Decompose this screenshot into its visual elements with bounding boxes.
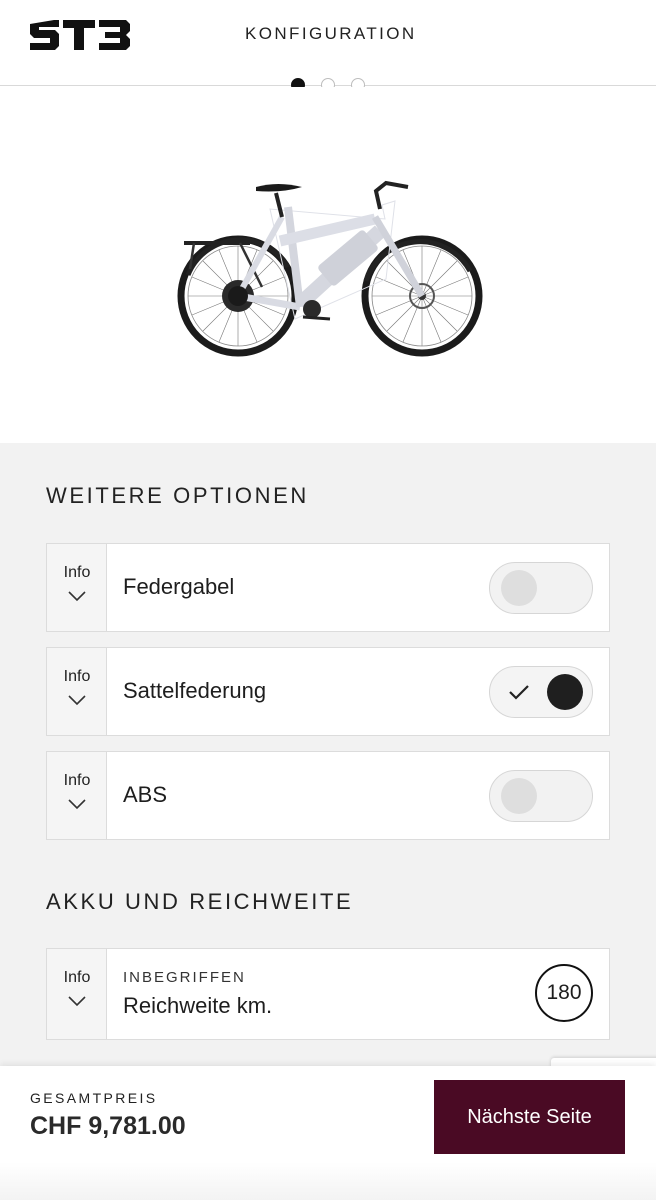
checkmark-icon: [509, 685, 529, 700]
footer-fade: [0, 1162, 656, 1200]
info-label: Info: [63, 772, 91, 789]
info-button[interactable]: Info: [47, 949, 107, 1039]
toggle-knob: [501, 778, 537, 814]
info-label: Info: [63, 969, 91, 986]
option-toggle[interactable]: [489, 562, 593, 614]
next-page-button[interactable]: Nächste Seite: [434, 1080, 625, 1154]
total-price-label: GESAMTPREIS: [30, 1090, 158, 1106]
product-image-area: [0, 87, 656, 443]
option-row-abs: Info ABS: [46, 751, 610, 840]
battery-section-title: AKKU UND REICHWEITE: [46, 889, 354, 914]
info-button[interactable]: Info: [47, 648, 107, 735]
st3-logo[interactable]: [28, 18, 132, 52]
chevron-down-icon: [68, 591, 86, 602]
range-value-badge[interactable]: 180: [535, 964, 593, 1022]
info-label: Info: [63, 564, 91, 581]
option-label: Sattelfederung: [123, 678, 267, 703]
toggle-knob: [501, 570, 537, 606]
chevron-down-icon: [68, 799, 86, 810]
bike-image: [177, 180, 483, 357]
configuration-panel: WEITERE OPTIONEN Info Federgabel Info Sa…: [0, 443, 656, 1073]
option-row-federgabel: Info Federgabel: [46, 543, 610, 632]
option-label: Federgabel: [123, 574, 235, 599]
option-row-sattelfederung: Info Sattelfederung: [46, 647, 610, 736]
option-label: ABS: [123, 782, 168, 807]
info-button[interactable]: Info: [47, 752, 107, 839]
total-price-value: CHF 9,781.00: [30, 1112, 186, 1140]
option-row-reichweite: Info INBEGRIFFEN Reichweite km. 180: [46, 948, 610, 1040]
chevron-down-icon: [68, 996, 86, 1007]
page-title: KONFIGURATION: [245, 24, 417, 43]
included-label: INBEGRIFFEN: [123, 969, 246, 986]
chevron-down-icon: [68, 695, 86, 706]
options-section-title: WEITERE OPTIONEN: [46, 483, 309, 508]
range-label: Reichweite km.: [123, 993, 273, 1018]
top-bar: KONFIGURATION: [0, 0, 656, 86]
toggle-knob: [547, 674, 583, 710]
info-label: Info: [63, 668, 91, 685]
price-footer: GESAMTPREIS CHF 9,781.00 Nächste Seite: [0, 1066, 656, 1200]
option-toggle[interactable]: [489, 666, 593, 718]
option-toggle[interactable]: [489, 770, 593, 822]
info-button[interactable]: Info: [47, 544, 107, 631]
